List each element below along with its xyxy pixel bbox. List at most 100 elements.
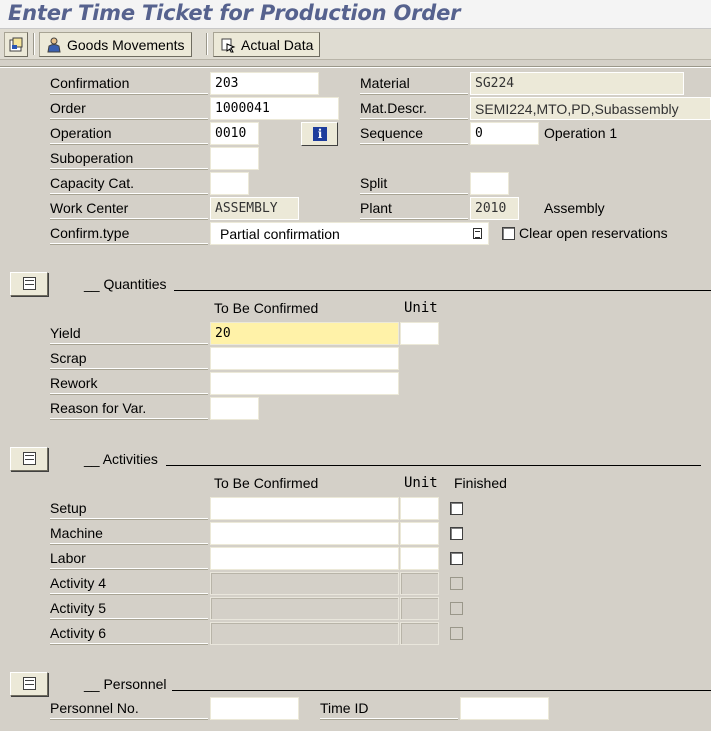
- activities-col-unit: Unit: [404, 475, 438, 491]
- clear-reservations-label: Clear open reservations: [519, 225, 668, 241]
- actual-data-icon: [220, 37, 236, 53]
- actual-data-button[interactable]: Actual Data: [213, 32, 321, 57]
- clear-reservations-checkbox[interactable]: [502, 227, 515, 240]
- activity-finished-checkbox: [450, 602, 463, 615]
- material-label: Material: [360, 72, 468, 94]
- plant-field[interactable]: 2010: [470, 197, 519, 220]
- activity-unit-field[interactable]: [400, 497, 439, 520]
- section-expand-icon: [23, 452, 36, 465]
- personnel-section-toggle[interactable]: [10, 672, 48, 696]
- activity-label: Labor: [50, 547, 208, 569]
- info-icon: i: [313, 127, 327, 141]
- activity-unit-field: [400, 597, 439, 620]
- work-center-label: Work Center: [50, 197, 208, 219]
- order-label: Order: [50, 97, 208, 119]
- confirmation-field[interactable]: 203: [210, 72, 319, 95]
- activity-quantity-field[interactable]: [210, 497, 399, 520]
- sequence-text: Operation 1: [544, 125, 618, 141]
- activity-quantity-field: [210, 597, 399, 620]
- scrap-field[interactable]: [210, 347, 399, 370]
- personnel-section-line: [172, 690, 711, 691]
- toolbar-separator: [206, 33, 208, 55]
- operation-info-button[interactable]: i: [301, 122, 338, 146]
- sequence-field[interactable]: 0: [470, 122, 539, 145]
- yield-unit-field[interactable]: [400, 322, 439, 345]
- overview-button[interactable]: [4, 32, 28, 57]
- activity-unit-field: [400, 622, 439, 645]
- activity-quantity-field: [210, 572, 399, 595]
- split-label: Split: [360, 172, 468, 194]
- confirm-type-label: Confirm.type: [50, 222, 208, 244]
- mat-descr-label: Mat.Descr.: [360, 97, 468, 119]
- reason-for-variance-label: Reason for Var.: [50, 397, 208, 419]
- split-field[interactable]: [470, 172, 509, 195]
- time-id-label: Time ID: [320, 697, 458, 719]
- activity-label: Activity 6: [50, 622, 208, 644]
- quantities-section-title: __ Quantities: [84, 276, 167, 292]
- activity-unit-field: [400, 572, 439, 595]
- material-field[interactable]: SG224: [470, 72, 684, 95]
- toolbar-divider: [0, 66, 711, 68]
- activities-section-title: __ Activities: [84, 451, 158, 467]
- activity-label: Machine: [50, 522, 208, 544]
- activity-label: Activity 4: [50, 572, 208, 594]
- title-bar: Enter Time Ticket for Production Order: [0, 0, 711, 29]
- rework-field[interactable]: [210, 372, 399, 395]
- confirm-type-select[interactable]: Partial confirmation: [210, 222, 489, 245]
- plant-text: Assembly: [544, 200, 605, 216]
- quantities-section-line: [174, 290, 711, 291]
- activity-finished-checkbox: [450, 577, 463, 590]
- operation-label: Operation: [50, 122, 208, 144]
- application-toolbar: Goods Movements Actual Data: [0, 29, 711, 60]
- page-title: Enter Time Ticket for Production Order: [8, 1, 461, 25]
- time-id-field[interactable]: [460, 697, 549, 720]
- section-expand-icon: [23, 677, 36, 690]
- yield-field[interactable]: 20: [210, 322, 399, 345]
- goods-movements-icon: [46, 37, 62, 53]
- capacity-category-field[interactable]: [210, 172, 249, 195]
- sequence-label: Sequence: [360, 122, 468, 144]
- quantities-col-to-be-confirmed: To Be Confirmed: [214, 300, 319, 316]
- goods-movements-label: Goods Movements: [67, 36, 185, 53]
- activity-quantity-field: [210, 622, 399, 645]
- reason-for-variance-field[interactable]: [210, 397, 259, 420]
- activities-col-finished: Finished: [454, 475, 507, 491]
- activities-section-toggle[interactable]: [10, 447, 48, 471]
- toolbar-separator: [33, 33, 35, 55]
- activity-finished-checkbox[interactable]: [450, 552, 463, 565]
- personnel-section-title: __ Personnel: [84, 676, 167, 692]
- activity-quantity-field[interactable]: [210, 522, 399, 545]
- scrap-label: Scrap: [50, 347, 208, 369]
- activity-finished-checkbox[interactable]: [450, 502, 463, 515]
- quantities-section-toggle[interactable]: [10, 272, 48, 296]
- mat-descr-field[interactable]: SEMI224,MTO,PD,Subassembly: [470, 97, 711, 120]
- activities-col-to-be-confirmed: To Be Confirmed: [214, 475, 319, 491]
- personnel-no-field[interactable]: [210, 697, 299, 720]
- activity-label: Activity 5: [50, 597, 208, 619]
- activity-quantity-field[interactable]: [210, 547, 399, 570]
- quantities-col-unit: Unit: [404, 300, 438, 316]
- confirm-type-value: Partial confirmation: [220, 226, 340, 242]
- order-field[interactable]: 1000041: [210, 97, 339, 120]
- actual-data-label: Actual Data: [241, 36, 314, 53]
- confirmation-label: Confirmation: [50, 72, 208, 94]
- plant-label: Plant: [360, 197, 468, 219]
- section-expand-icon: [23, 277, 36, 290]
- activity-unit-field[interactable]: [400, 547, 439, 570]
- overview-icon: [8, 37, 24, 53]
- suboperation-field[interactable]: [210, 147, 259, 170]
- operation-field[interactable]: 0010: [210, 122, 259, 145]
- suboperation-label: Suboperation: [50, 147, 208, 169]
- activity-unit-field[interactable]: [400, 522, 439, 545]
- activity-finished-checkbox[interactable]: [450, 527, 463, 540]
- yield-label: Yield: [50, 322, 208, 344]
- work-center-field[interactable]: ASSEMBLY: [210, 197, 299, 220]
- capacity-category-label: Capacity Cat.: [50, 172, 208, 194]
- personnel-no-label: Personnel No.: [50, 697, 208, 719]
- goods-movements-button[interactable]: Goods Movements: [39, 32, 192, 57]
- activity-label: Setup: [50, 497, 208, 519]
- rework-label: Rework: [50, 372, 208, 394]
- activity-finished-checkbox: [450, 627, 463, 640]
- dropdown-list-icon: [473, 228, 482, 239]
- activities-section-line: [166, 465, 701, 466]
